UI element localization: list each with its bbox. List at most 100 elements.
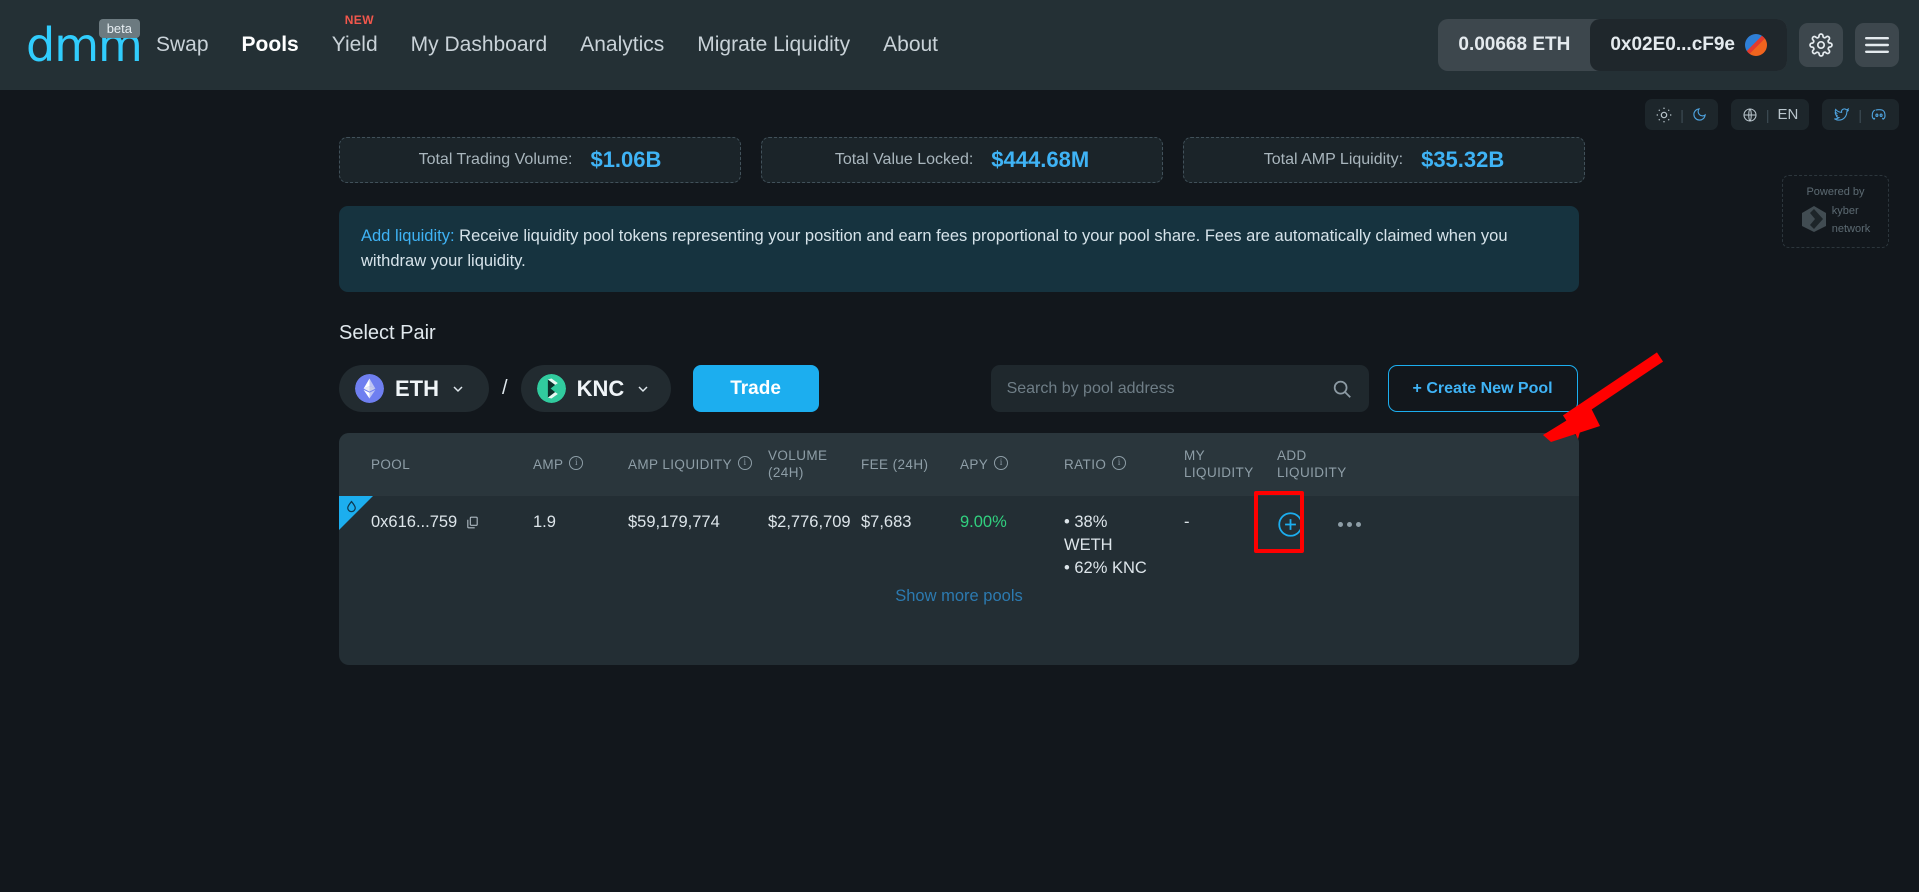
column-header-pool[interactable]: POOL (371, 456, 533, 473)
nav-label: Pools (241, 33, 299, 56)
column-header-amp-liquidity[interactable]: AMP LIQUIDITY i (628, 455, 768, 473)
cell-apy: 9.00% (960, 513, 1007, 531)
column-label: FEE (24H) (861, 456, 929, 472)
nav-item-about[interactable]: About (883, 33, 938, 57)
info-icon[interactable]: i (994, 455, 1009, 470)
add-liquidity-notice-body: Receive liquidity pool tokens representi… (361, 227, 1508, 270)
cell-volume-24h: $2,776,709 (768, 513, 851, 531)
token-select-a[interactable]: ETH (339, 365, 489, 412)
chevron-down-icon (453, 385, 463, 392)
eth-token-icon (355, 374, 384, 403)
main-content: Total Trading Volume: $1.06B Total Value… (0, 90, 1919, 665)
column-header-volume-24h[interactable]: VOLUME (24H) (768, 447, 861, 481)
nav-item-yield[interactable]: NEW Yield (331, 13, 378, 57)
header-right-controls: 0.00668 ETH 0x02E0...cF9e (1438, 19, 1899, 71)
pair-separator: / (502, 377, 508, 399)
ellipsis-dot (1347, 522, 1352, 527)
gear-icon (1809, 33, 1833, 57)
pools-table-header: POOL AMP i AMP LIQUIDITY i VOLUME (24H) … (339, 433, 1579, 495)
beta-badge: beta (98, 19, 140, 38)
stat-value: $1.06B (590, 147, 662, 172)
wallet-address-label: 0x02E0...cF9e (1610, 34, 1735, 55)
nav-label: Yield (331, 33, 378, 56)
app-header: dmm beta Swap Pools NEW Yield My Dashboa… (0, 0, 1919, 90)
main-nav: Swap Pools NEW Yield My Dashboard Analyt… (156, 13, 971, 57)
add-liquidity-notice: Add liquidity: Receive liquidity pool to… (339, 206, 1579, 292)
info-icon[interactable]: i (1112, 455, 1127, 470)
stat-card-total-value-locked: Total Value Locked: $444.68M (761, 137, 1163, 183)
stat-label: Total Value Locked: (834, 151, 974, 168)
app-logo[interactable]: dmm beta (26, 17, 143, 73)
cell-amp-liquidity: $59,179,774 (628, 513, 720, 531)
wallet-balance: 0.00668 ETH (1458, 34, 1571, 55)
column-label: RATIO (1064, 456, 1107, 472)
stat-label: Total AMP Liquidity: (1263, 151, 1404, 168)
nav-item-migrate-liquidity[interactable]: Migrate Liquidity (697, 33, 850, 57)
column-header-apy[interactable]: APY i (960, 455, 1064, 473)
pair-controls-row: ETH / KNC Trade + Create N (339, 365, 1579, 412)
wallet-avatar-icon (1745, 34, 1767, 56)
column-header-ratio[interactable]: RATIO i (1064, 455, 1184, 473)
column-header-add-liquidity[interactable]: ADD LIQUIDITY (1277, 447, 1397, 481)
column-label: VOLUME (24H) (768, 448, 828, 480)
nav-label: Migrate Liquidity (697, 33, 851, 56)
info-icon[interactable]: i (569, 455, 584, 470)
search-icon[interactable] (1331, 378, 1353, 400)
column-label: AMP (533, 456, 564, 472)
stat-label: Total Trading Volume: (418, 151, 573, 168)
knc-token-icon (536, 374, 566, 403)
nav-item-analytics[interactable]: Analytics (580, 33, 664, 57)
stat-value: $444.68M (991, 147, 1090, 172)
ellipsis-dot (1356, 522, 1361, 527)
droplet-icon (347, 500, 356, 513)
column-label: ADD LIQUIDITY (1277, 448, 1347, 480)
info-icon[interactable]: i (737, 455, 752, 470)
nav-label: My Dashboard (410, 33, 548, 56)
select-pair-title: Select Pair (339, 322, 436, 344)
column-header-fee-24h[interactable]: FEE (24H) (861, 456, 960, 473)
copy-icon[interactable] (465, 515, 480, 530)
stat-value: $35.32B (1421, 147, 1505, 172)
column-label: AMP LIQUIDITY (628, 456, 732, 472)
table-row[interactable]: 0x616...759 1.9 $59,179,774 $2,776,709 $… (339, 491, 1579, 577)
column-header-amp[interactable]: AMP i (533, 455, 628, 473)
nav-label: About (883, 33, 939, 56)
column-header-my-liquidity[interactable]: MY LIQUIDITY (1184, 447, 1277, 481)
nav-item-pools[interactable]: Pools (242, 33, 299, 57)
nav-label: Swap (156, 33, 209, 56)
hamburger-icon (1865, 37, 1889, 53)
token-a-label: ETH (395, 375, 439, 401)
cell-fee-24h: $7,683 (861, 513, 912, 531)
nav-new-badge: NEW (344, 13, 374, 27)
token-b-label: KNC (576, 375, 625, 401)
chevron-down-icon (638, 385, 648, 392)
nav-item-my-dashboard[interactable]: My Dashboard (411, 33, 548, 57)
pool-search-box[interactable] (990, 365, 1369, 412)
ratio-line-2: • 62% KNC (1064, 559, 1147, 577)
nav-label: Analytics (580, 33, 665, 56)
wallet-widget[interactable]: 0.00668 ETH 0x02E0...cF9e (1438, 19, 1787, 71)
column-label: MY LIQUIDITY (1184, 448, 1254, 480)
stats-row: Total Trading Volume: $1.06B Total Value… (339, 137, 1919, 183)
ellipsis-dot (1338, 522, 1343, 527)
plus-circle-icon[interactable] (1277, 511, 1304, 538)
token-select-b[interactable]: KNC (520, 365, 671, 412)
ratio-line-1: • 38% WETH (1064, 513, 1113, 554)
add-liquidity-link[interactable]: Add liquidity: (361, 227, 455, 245)
menu-button[interactable] (1855, 23, 1899, 67)
nav-item-swap[interactable]: Swap (156, 33, 209, 57)
row-more-options-button[interactable] (1338, 522, 1361, 527)
wallet-address-button[interactable]: 0x02E0...cF9e (1590, 19, 1787, 71)
create-new-pool-button[interactable]: + Create New Pool (1387, 365, 1578, 412)
show-more-pools-button[interactable]: Show more pools (339, 587, 1579, 606)
stat-card-total-trading-volume: Total Trading Volume: $1.06B (339, 137, 741, 183)
search-input[interactable] (1006, 379, 1331, 398)
pools-table: POOL AMP i AMP LIQUIDITY i VOLUME (24H) … (339, 433, 1579, 665)
column-label: POOL (371, 456, 411, 472)
cell-add-liquidity (1254, 491, 1397, 553)
settings-button[interactable] (1799, 23, 1843, 67)
cell-amp: 1.9 (533, 513, 556, 531)
cell-my-liquidity: - (1184, 513, 1190, 531)
column-label: APY (960, 456, 989, 472)
trade-button[interactable]: Trade (692, 365, 819, 412)
